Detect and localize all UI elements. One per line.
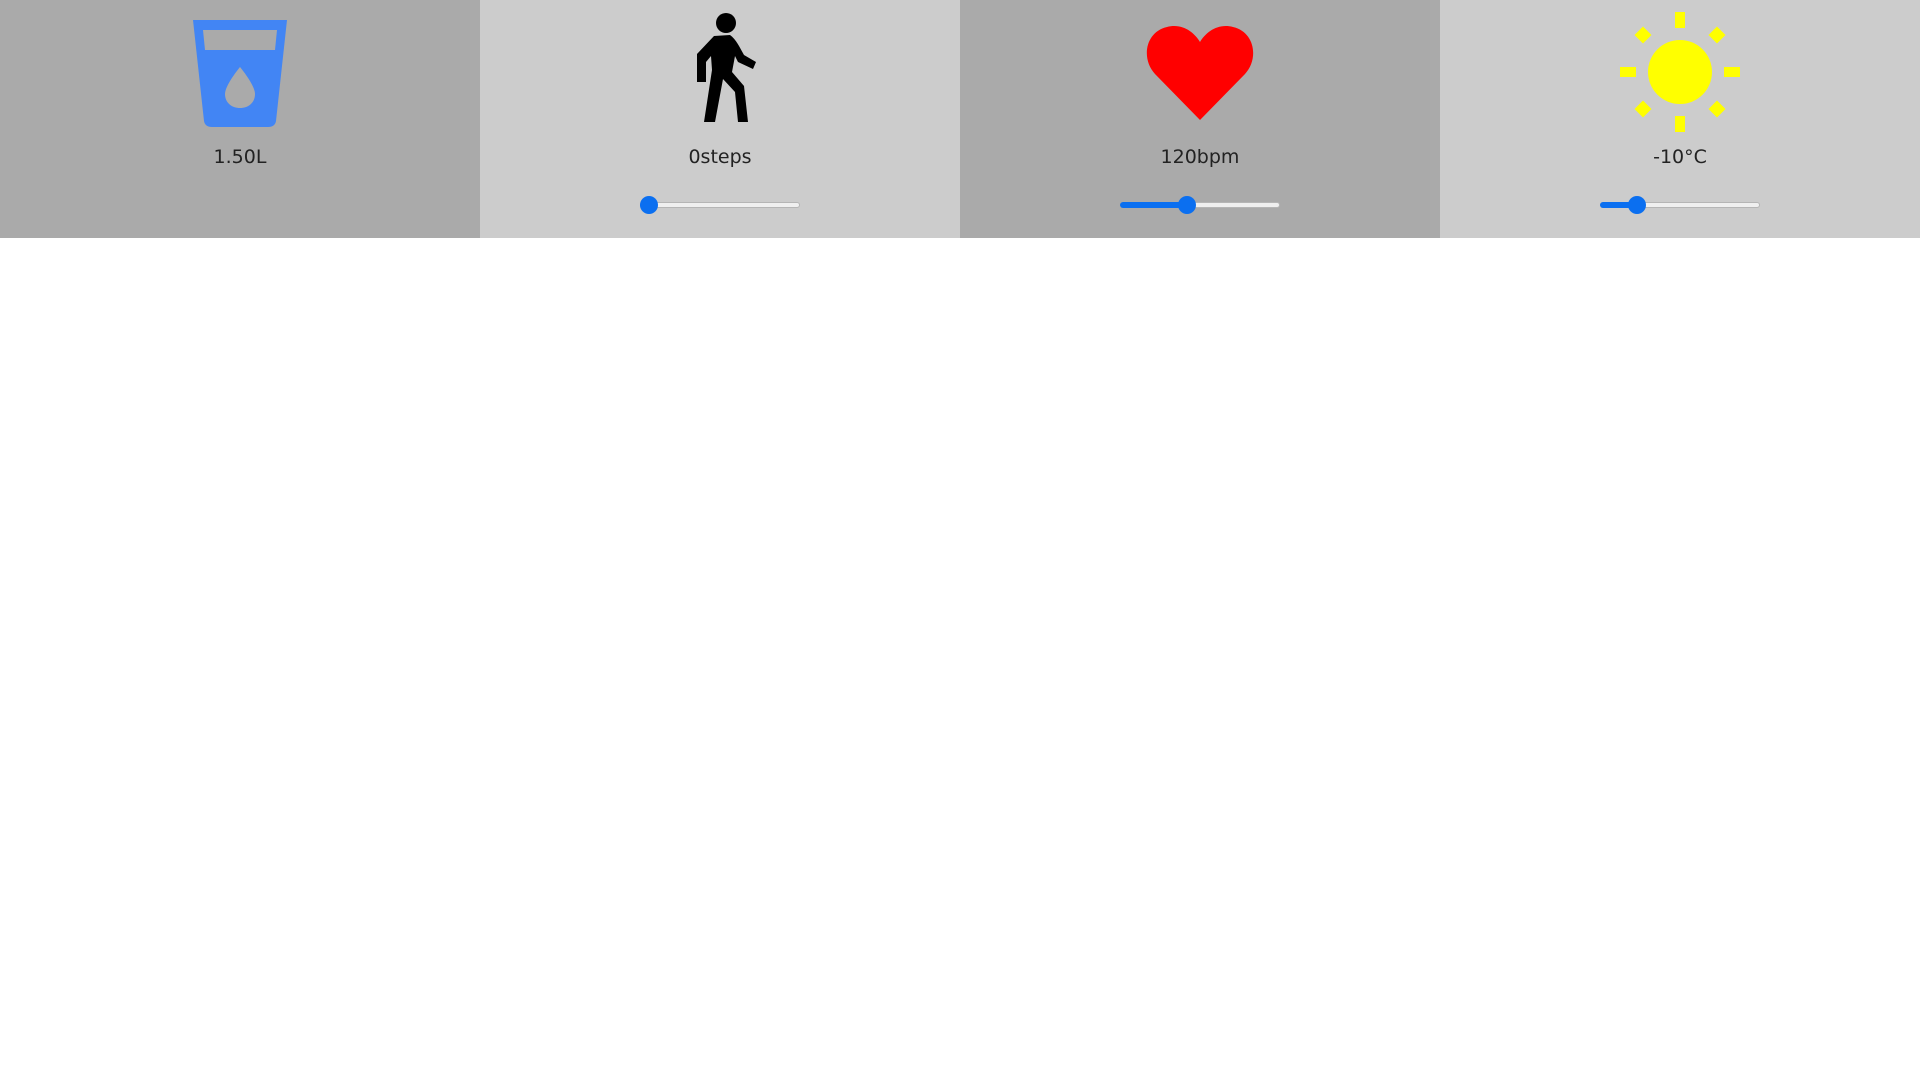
heart-rate-slider[interactable]: [1120, 196, 1280, 214]
slider-track: [640, 202, 800, 208]
heart-icon: [1135, 12, 1265, 132]
slider-fill: [1120, 202, 1188, 208]
slider-thumb[interactable]: [640, 196, 658, 214]
water-glass-icon: [175, 12, 305, 132]
steps-panel: 0steps: [480, 0, 960, 238]
water-value: 1.50L: [213, 146, 267, 168]
walking-person-icon: [655, 12, 785, 132]
water-panel: 1.50L: [0, 0, 480, 238]
slider-thumb[interactable]: [1178, 196, 1197, 214]
steps-value: 0steps: [688, 146, 752, 168]
temperature-value: -10°C: [1653, 146, 1707, 168]
steps-slider[interactable]: [640, 196, 800, 214]
heart-panel: 120bpm: [960, 0, 1440, 238]
sun-icon: [1615, 12, 1745, 132]
slider-thumb[interactable]: [1628, 196, 1647, 214]
temperature-panel: -10°C: [1440, 0, 1920, 238]
heart-rate-value: 120bpm: [1160, 146, 1240, 168]
temperature-slider[interactable]: [1600, 196, 1760, 214]
metrics-panels: 1.50L 0steps 120bpm -10°C: [0, 0, 1920, 238]
